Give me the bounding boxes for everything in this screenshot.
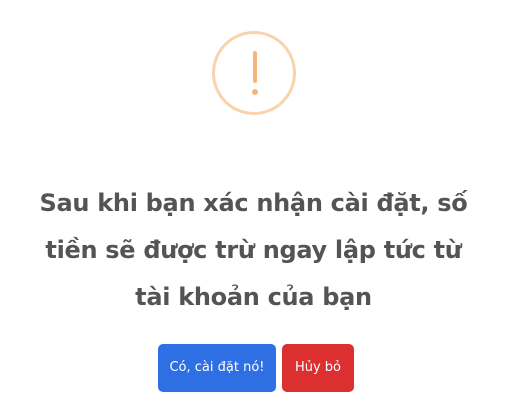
confirm-install-button[interactable]: Có, cài đặt nó!: [158, 344, 276, 392]
exclamation-warning-icon: [212, 31, 296, 115]
dialog-message: Sau khi bạn xác nhận cài đặt, số tiền sẽ…: [39, 189, 468, 311]
confirmation-dialog: Sau khi bạn xác nhận cài đặt, số tiền sẽ…: [0, 0, 507, 412]
cancel-button[interactable]: Hủy bỏ: [282, 344, 354, 392]
exclamation-dot: [251, 89, 258, 95]
exclamation-bar: [252, 51, 257, 83]
